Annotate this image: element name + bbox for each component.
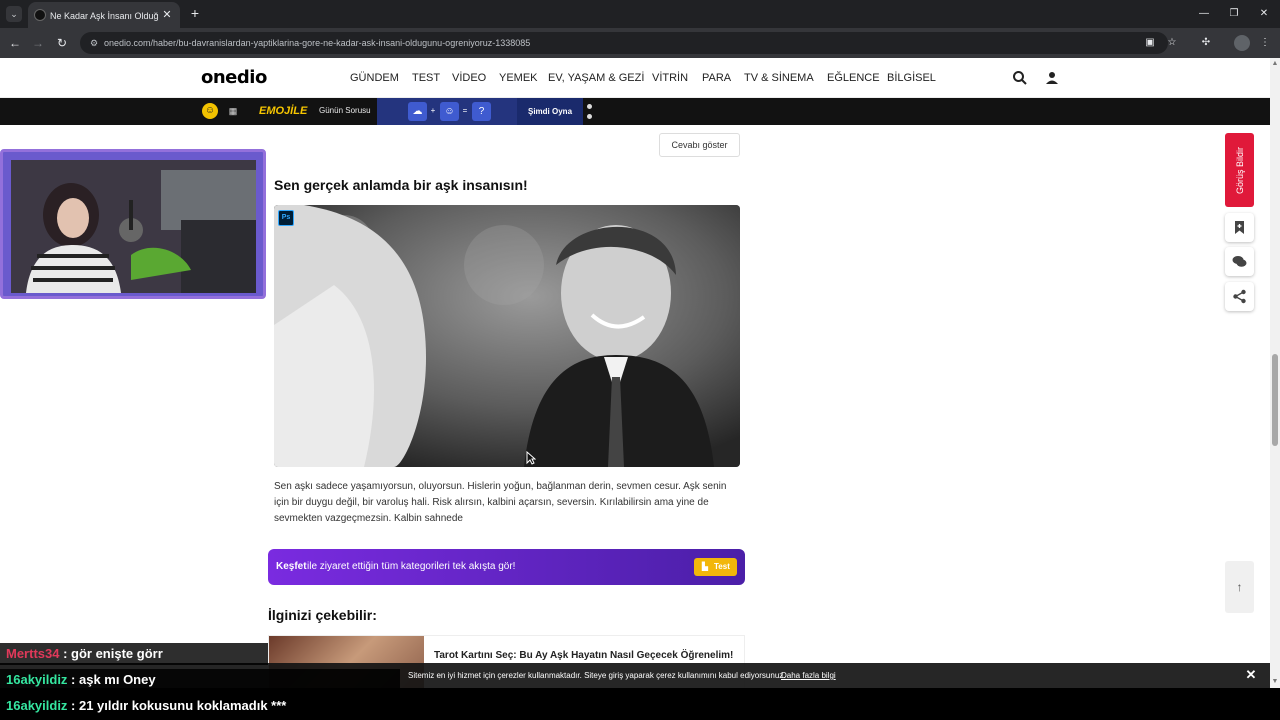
user-icon[interactable] [1044,70,1060,86]
nav-item-tv-sinema[interactable]: TV & SİNEMA [744,71,814,85]
emoji-equals: = [462,106,468,115]
kesfet-text: ile ziyaret ettiğin tüm kategorileri tek… [307,561,516,572]
bookmark-star-icon[interactable]: ☆ [1165,36,1179,50]
emojile-promo-bar[interactable]: ☺ ▦ EMOJİLE Günün Sorusu ☁ + ☺ = ? Şimdi… [0,98,1270,125]
gunun-sorusu-label: Günün Sorusu [319,106,371,115]
test-badge[interactable]: ▙ Test [694,558,737,576]
emoji-question: ? [472,102,491,121]
site-favicon-icon [34,9,46,21]
scroll-down-arrow-icon[interactable]: ▼ [1270,676,1280,688]
emojile-brand: EMOJİLE [259,105,308,117]
chat-message: 16akyildiz : 21 yıldır kokusunu koklamad… [0,695,1280,717]
scroll-to-top-button[interactable]: ↑ [1225,561,1254,613]
chat-text: : aşk mı Oney [67,672,156,687]
play-now-button[interactable]: Şimdi Oyna [517,98,583,125]
forward-icon[interactable]: → [30,35,46,51]
bookmark-icon [1235,221,1244,234]
chat-username: 16akyildiz [6,698,68,713]
scroll-up-arrow-icon[interactable]: ▲ [1270,58,1280,70]
emoji-plus: + [430,106,436,115]
share-icon [1233,289,1246,304]
back-icon[interactable]: ← [7,35,23,51]
extensions-icon[interactable]: ✣ [1198,35,1214,51]
search-icon[interactable] [1012,70,1028,86]
minimize-icon[interactable]: — [1196,6,1212,22]
mouse-cursor-icon [526,451,536,465]
chart-icon: ▙ [701,562,709,571]
result-description: Sen aşkı sadece yaşamıyorsun, oluyorsun.… [274,481,727,524]
tab-close-icon[interactable]: ✕ [160,8,174,22]
related-section-title: İlginizi çekebilir: [268,607,377,623]
reload-icon[interactable]: ↻ [54,35,70,51]
share-button[interactable] [1225,282,1254,311]
site-info-icon[interactable]: ⚙ [88,37,100,49]
nav-item-eglence[interactable]: EĞLENCE [827,71,880,85]
site-logo[interactable]: onedio [201,67,267,89]
nav-item-para[interactable]: PARA [702,71,731,85]
cookie-text: Sitemiz en iyi hizmet için çerezler kull… [408,671,786,680]
chat-message: 16akyildiz : aşk mı Oney [0,669,400,691]
game-icon: ▦ [228,106,238,116]
arrow-up-icon: ↑ [1236,580,1243,594]
chat-username: Mertts34 [6,646,60,661]
nav-item-test[interactable]: TEST [412,71,440,85]
browser-toolbar: ← → ↻ ⚙ onedio.com/haber/bu-davranislard… [0,28,1280,58]
tab-search-dropdown-icon[interactable]: ⌄ [6,6,22,22]
photoshop-badge: Ps [278,210,294,226]
kesfet-label: Keşfet [276,561,307,572]
profile-avatar[interactable] [1234,35,1250,51]
webcam-feed [11,160,256,293]
emoji-puzzle: ☁ + ☺ = ? [377,98,517,125]
comments-button[interactable] [1225,247,1254,276]
nav-item-ev-yasam-gezi[interactable]: EV, YAŞAM & GEZİ [548,71,644,85]
emoji-cloud-icon: ☁ [408,102,427,121]
webcam-overlay [0,149,266,299]
nav-item-video[interactable]: VİDEO [452,71,486,85]
new-tab-icon[interactable]: + [187,5,203,21]
test-badge-label: Test [714,562,730,571]
nav-item-yemek[interactable]: YEMEK [499,71,538,85]
nav-item-vitrin[interactable]: VİTRİN [652,71,688,85]
emoji-face-icon: ☺ [440,102,459,121]
play-now-label: Şimdi Oyna [528,107,573,116]
show-answer-button[interactable]: Cevabı göster [659,133,740,157]
chat-text: : gör enişte görr [59,646,163,661]
comments-icon [1232,256,1247,267]
site-header: onedio GÜNDEM TEST VİDEO YEMEK EV, YAŞAM… [0,58,1270,98]
address-bar[interactable]: ⚙ onedio.com/haber/bu-davranislardan-yap… [80,32,1176,54]
browser-tab[interactable]: Ne Kadar Aşk İnsanı Olduğunu ✕ [28,2,180,28]
promo-dots [587,103,593,120]
browser-menu-icon[interactable]: ⋮ [1257,35,1273,51]
tab-title: Ne Kadar Aşk İnsanı Olduğunu [50,11,158,21]
chat-username: 16akyildiz [6,672,68,687]
kesfet-banner[interactable]: Keşfet ile ziyaret ettiğin tüm kategoril… [268,549,745,585]
maximize-icon[interactable]: ❐ [1226,6,1242,22]
bookmark-button[interactable] [1225,213,1254,242]
scrollbar-thumb[interactable] [1272,354,1278,446]
cookie-more-info-link[interactable]: Daha fazla bilgi [781,669,836,682]
nav-item-gundem[interactable]: GÜNDEM [350,71,399,85]
nav-item-bilgisel[interactable]: BİLGİSEL [887,71,936,85]
cookie-close-icon[interactable]: ✕ [1244,668,1258,682]
result-image [274,205,740,467]
browser-tab-bar: ⌄ Ne Kadar Aşk İnsanı Olduğunu ✕ + — ❐ ✕ [0,0,1280,28]
result-title: Sen gerçek anlamda bir aşk insanısın! [274,177,528,193]
smiley-icon: ☺ [202,103,218,119]
url-text: onedio.com/haber/bu-davranislardan-yapti… [104,38,531,48]
related-card-title[interactable]: Tarot Kartını Seç: Bu Ay Aşk Hayatın Nas… [434,649,739,663]
chat-text: : 21 yıldır kokusunu koklamadık *** [67,698,287,713]
install-app-icon[interactable]: ▣ [1143,36,1157,50]
window-close-icon[interactable]: ✕ [1256,6,1272,22]
feedback-label: Görüş Bildir [1235,146,1245,194]
chat-message: Mertts34 : gör enişte görr [0,643,268,665]
